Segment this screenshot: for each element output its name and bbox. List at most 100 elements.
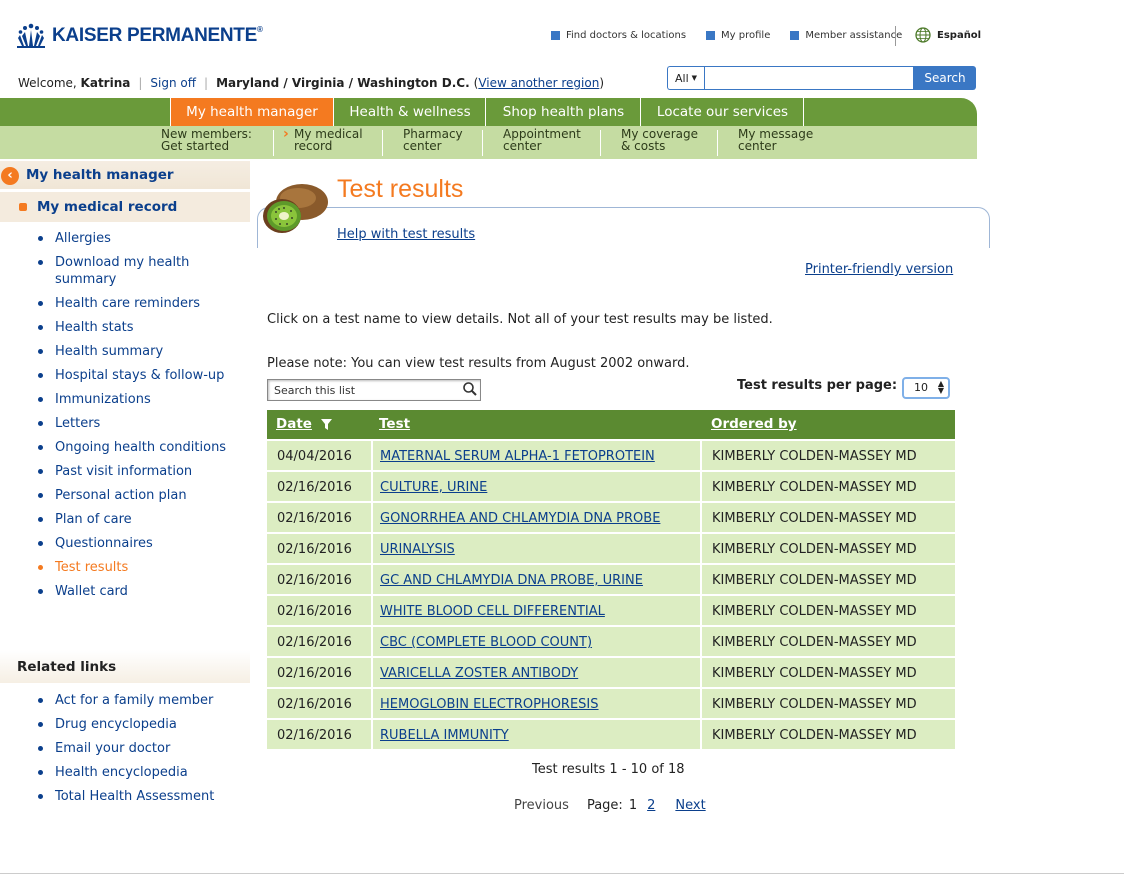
next-button[interactable]: Next [675, 798, 705, 813]
search-input[interactable] [704, 66, 914, 90]
test-name-link[interactable]: CBC (COMPLETE BLOOD COUNT) [380, 635, 592, 650]
column-test[interactable]: Test [379, 416, 410, 432]
test-date: 04/04/2016 [277, 449, 352, 464]
chevron-down-icon: ▼ [691, 74, 698, 82]
related-link-drug-encyclopedia[interactable]: Drug encyclopedia [38, 716, 248, 733]
kp-logo[interactable]: KAISER PERMANENTE® [16, 22, 263, 50]
sign-off-link[interactable]: Sign off [150, 76, 196, 90]
sidebar-item-action-plan[interactable]: Personal action plan [38, 487, 248, 504]
table-row: 02/16/2016 GONORRHEA AND CHLAMYDIA DNA PR… [267, 503, 955, 532]
tab-locate-services[interactable]: Locate our services [642, 98, 804, 126]
page-2-link[interactable]: 2 [647, 798, 655, 813]
test-name-link[interactable]: RUBELLA IMMUNITY [380, 728, 509, 743]
sidebar-item-test-results[interactable]: Test results [38, 559, 248, 576]
test-date: 02/16/2016 [277, 666, 352, 681]
sidebar-item-download-summary[interactable]: Download my health summary [38, 254, 248, 288]
sidebar-item-questionnaires[interactable]: Questionnaires [38, 535, 248, 552]
nav-spacer [0, 98, 171, 126]
list-search-input[interactable]: Search this list [267, 379, 481, 401]
test-name-link[interactable]: CULTURE, URINE [380, 480, 487, 495]
sidebar-item-health-summary[interactable]: Health summary [38, 343, 248, 360]
test-name-link[interactable]: HEMOGLOBIN ELECTROPHORESIS [380, 697, 599, 712]
current-page: 1 [628, 798, 638, 813]
tab-shop-health-plans[interactable]: Shop health plans [487, 98, 641, 126]
ordered-by-cell: KIMBERLY COLDEN-MASSEY MD [702, 720, 955, 749]
column-ordered-by[interactable]: Ordered by [711, 416, 797, 432]
sidebar-item-plan-of-care[interactable]: Plan of care [38, 511, 248, 528]
test-cell: GC AND CHLAMYDIA DNA PROBE, URINE [373, 565, 700, 594]
related-link-health-encyclopedia[interactable]: Health encyclopedia [38, 764, 248, 781]
tab-my-health-manager[interactable]: My health manager [171, 98, 334, 126]
test-cell: WHITE BLOOD CELL DIFFERENTIAL [373, 596, 700, 625]
sidebar-item-health-stats[interactable]: Health stats [38, 319, 248, 336]
sidebar-item-allergies[interactable]: Allergies [38, 230, 248, 247]
page-label: Page: [586, 798, 623, 813]
test-name-link[interactable]: WHITE BLOOD CELL DIFFERENTIAL [380, 604, 605, 619]
sort-filter-icon[interactable] [321, 419, 332, 430]
find-doctors-link[interactable]: Find doctors & locations [551, 30, 686, 41]
test-date: 02/16/2016 [277, 542, 352, 557]
printer-friendly-link[interactable]: Printer-friendly version [805, 262, 953, 277]
ordered-by: KIMBERLY COLDEN-MASSEY MD [712, 573, 917, 588]
ordered-by: KIMBERLY COLDEN-MASSEY MD [712, 480, 917, 495]
date-cell: 02/16/2016 [267, 534, 371, 563]
date-cell: 02/16/2016 [267, 627, 371, 656]
test-name-link[interactable]: GONORRHEA AND CHLAMYDIA DNA PROBE [380, 511, 660, 526]
square-bullet-icon [551, 31, 560, 40]
subnav-new-members[interactable]: New members: Get started [161, 128, 252, 152]
subnav-medical-record[interactable]: › My medical record [283, 127, 363, 152]
test-cell: CBC (COMPLETE BLOOD COUNT) [373, 627, 700, 656]
related-link-email-doctor[interactable]: Email your doctor [38, 740, 248, 757]
intro-text: Click on a test name to view details. No… [267, 312, 773, 327]
updown-icon: ▲ ▼ [937, 379, 944, 395]
related-link-health-assessment[interactable]: Total Health Assessment [38, 788, 248, 805]
sidebar-section-header[interactable]: ‹ My health manager [0, 161, 250, 190]
sidebar-item-ongoing-conditions[interactable]: Ongoing health conditions [38, 439, 248, 456]
divider [600, 130, 601, 156]
sidebar-item-letters[interactable]: Letters [38, 415, 248, 432]
column-date[interactable]: Date [276, 416, 312, 432]
sidebar-item-reminders[interactable]: Health care reminders [38, 295, 248, 312]
ordered-by-cell: KIMBERLY COLDEN-MASSEY MD [702, 565, 955, 594]
page-title: Test results [337, 175, 464, 203]
view-another-region-link[interactable]: View another region [478, 76, 599, 90]
my-profile-link[interactable]: My profile [706, 30, 770, 41]
test-date: 02/16/2016 [277, 604, 352, 619]
divider [482, 130, 483, 156]
related-links-header: Related links [0, 650, 250, 683]
related-link-family-member[interactable]: Act for a family member [38, 692, 248, 709]
test-name-link[interactable]: MATERNAL SERUM ALPHA-1 FETOPROTEIN [380, 449, 655, 464]
tab-health-wellness[interactable]: Health & wellness [335, 98, 486, 126]
per-page-label: Test results per page: [737, 378, 898, 393]
test-date: 02/16/2016 [277, 511, 352, 526]
ordered-by: KIMBERLY COLDEN-MASSEY MD [712, 604, 917, 619]
subnav-pharmacy[interactable]: Pharmacy center [403, 128, 463, 152]
per-page-select[interactable]: 10 ▲ ▼ [902, 377, 950, 399]
bullet-icon [19, 203, 27, 211]
kp-logo-icon [17, 23, 45, 48]
ordered-by-cell: KIMBERLY COLDEN-MASSEY MD [702, 472, 955, 501]
utility-links: Find doctors & locations My profile Memb… [551, 30, 902, 41]
subnav-appointment[interactable]: Appointment center [503, 128, 581, 152]
test-name-link[interactable]: VARICELLA ZOSTER ANTIBODY [380, 666, 578, 681]
search-button[interactable]: Search [914, 66, 976, 90]
subnav-messages[interactable]: My message center [738, 128, 813, 152]
brand-name: KAISER PERMANENTE® [52, 25, 263, 46]
member-assistance-link[interactable]: Member assistance [790, 30, 902, 41]
ordered-by: KIMBERLY COLDEN-MASSEY MD [712, 449, 917, 464]
test-name-link[interactable]: URINALYSIS [380, 542, 455, 557]
sidebar-item-hospital-stays[interactable]: Hospital stays & follow-up [38, 367, 248, 384]
language-toggle[interactable]: Español [915, 27, 981, 43]
date-cell: 02/16/2016 [267, 565, 371, 594]
sidebar-item-past-visits[interactable]: Past visit information [38, 463, 248, 480]
sidebar-subsection-header[interactable]: My medical record [0, 192, 250, 222]
sidebar-item-immunizations[interactable]: Immunizations [38, 391, 248, 408]
test-name-link[interactable]: GC AND CHLAMYDIA DNA PROBE, URINE [380, 573, 643, 588]
sidebar-item-wallet-card[interactable]: Wallet card [38, 583, 248, 600]
subnav-coverage[interactable]: My coverage & costs [621, 128, 698, 152]
help-link[interactable]: Help with test results [337, 227, 475, 242]
pagination: Previous Page: 1 2 Next [514, 798, 706, 813]
search-scope-select[interactable]: All ▼ [667, 66, 704, 90]
ordered-by: KIMBERLY COLDEN-MASSEY MD [712, 511, 917, 526]
related-links: Act for a family member Drug encyclopedi… [38, 692, 248, 812]
